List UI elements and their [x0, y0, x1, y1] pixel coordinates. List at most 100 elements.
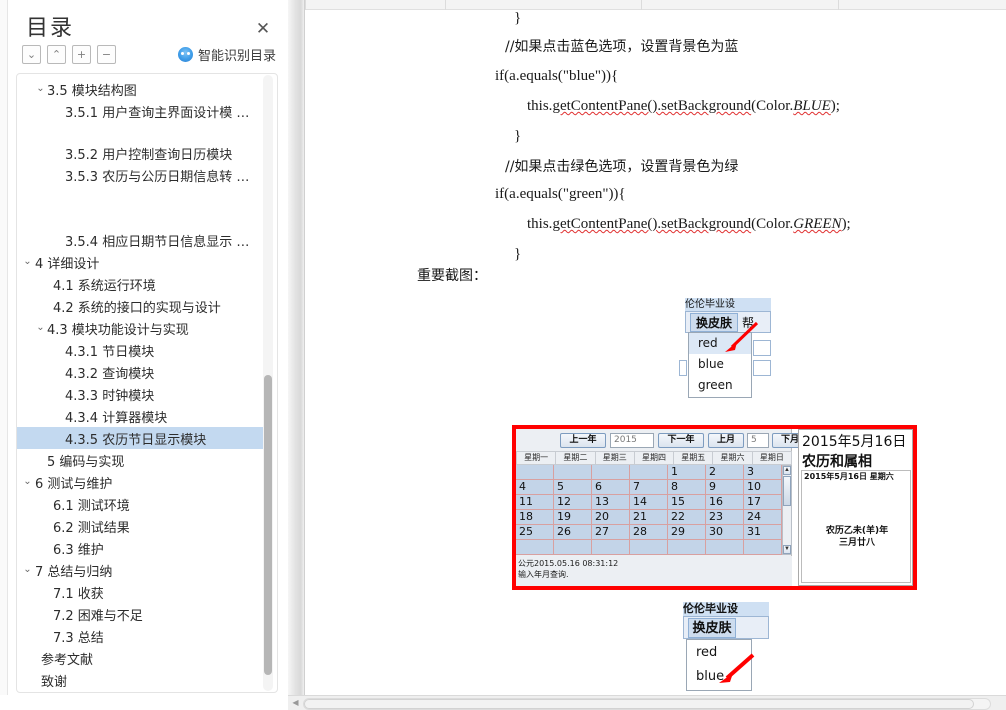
calendar-day-cell[interactable]: 7 — [630, 480, 668, 495]
outline-item-2[interactable]: 3.5.2 用户控制查询日历模块 — [17, 142, 263, 164]
calendar-day-cell[interactable]: 11 — [516, 495, 554, 510]
horizontal-scrollbar-track[interactable] — [303, 698, 991, 710]
calendar-vertical-scrollbar[interactable]: ▲ ▼ — [782, 465, 792, 555]
calendar-day-cell[interactable]: 1 — [668, 465, 706, 480]
close-icon[interactable]: ✕ — [254, 21, 272, 39]
outline-item-20[interactable]: 7.1 收获 — [17, 581, 263, 603]
calendar-day-cell[interactable] — [516, 540, 554, 555]
calendar-day-cell[interactable]: 2 — [706, 465, 744, 480]
document-page: } //如果点击蓝色选项，设置背景色为蓝 if(a.equals("blue")){… — [305, 10, 1006, 695]
chevron-down-icon[interactable]: ⌄ — [34, 78, 47, 100]
scroll-down-icon[interactable]: ▼ — [783, 545, 791, 554]
outline-item-12[interactable]: 4.3.4 计算器模块 — [17, 405, 263, 427]
calendar-day-cell[interactable]: 30 — [706, 525, 744, 540]
outline-item-3[interactable]: 3.5.3 农历与公历日期信息转 … — [17, 164, 263, 186]
outline-item-23[interactable]: 参考文献 — [17, 647, 263, 669]
scroll-left-icon[interactable]: ◀ — [290, 698, 301, 709]
dropdown-item-green[interactable]: green — [689, 375, 751, 396]
outline-item-21[interactable]: 7.2 困难与不足 — [17, 603, 263, 625]
horizontal-scrollbar[interactable]: ◀ — [288, 695, 1006, 710]
calendar-day-cell[interactable]: 6 — [592, 480, 630, 495]
prev-year-button[interactable]: 上一年 — [560, 433, 606, 448]
outline-item-19[interactable]: ⌄ 7 总结与归纳 — [17, 559, 263, 581]
calendar-day-cell[interactable]: 28 — [630, 525, 668, 540]
chevron-down-icon[interactable]: ⌄ — [21, 559, 34, 581]
calendar-day-cell[interactable]: 3 — [744, 465, 782, 480]
calendar-day-cell[interactable]: 10 — [744, 480, 782, 495]
outline-item-18[interactable]: 6.3 维护 — [17, 537, 263, 559]
calendar-day-cell[interactable] — [668, 540, 706, 555]
calendar-day-cell[interactable]: 20 — [592, 510, 630, 525]
calendar-day-cell[interactable]: 8 — [668, 480, 706, 495]
outline-item-24[interactable]: 致谢 — [17, 669, 263, 691]
outline-item-17[interactable]: 6.2 测试结果 — [17, 515, 263, 537]
calendar-day-cell[interactable]: 25 — [516, 525, 554, 540]
outline-item-4[interactable]: 3.5.4 相应日期节日信息显示 … — [17, 229, 263, 251]
calendar-day-cell[interactable] — [516, 465, 554, 480]
code-token-prefix: this. — [527, 98, 553, 114]
outline-item-6[interactable]: 4.1 系统运行环境 — [17, 273, 263, 295]
outline-scrollbar-thumb[interactable] — [264, 375, 272, 675]
calendar-scrollbar-thumb[interactable] — [783, 476, 791, 506]
calendar-day-cell[interactable]: 18 — [516, 510, 554, 525]
calendar-day-cell[interactable]: 26 — [554, 525, 592, 540]
collapse-all-icon[interactable]: ⌄ — [22, 45, 41, 64]
calendar-day-cell[interactable]: 4 — [516, 480, 554, 495]
calendar-day-cell[interactable]: 22 — [668, 510, 706, 525]
outline-item-10[interactable]: 4.3.2 查询模块 — [17, 361, 263, 383]
calendar-day-cell[interactable]: 17 — [744, 495, 782, 510]
outline-item-9[interactable]: 4.3.1 节日模块 — [17, 339, 263, 361]
calendar-day-cell[interactable]: 27 — [592, 525, 630, 540]
outline-item-0[interactable]: ⌄ 3.5 模块结构图 — [17, 78, 263, 100]
chevron-down-icon[interactable]: ⌄ — [21, 471, 34, 493]
calendar-day-cell[interactable] — [554, 540, 592, 555]
calendar-day-cell[interactable]: 13 — [592, 495, 630, 510]
calendar-day-cell[interactable]: 23 — [706, 510, 744, 525]
year-input[interactable]: 2015 — [610, 433, 654, 448]
add-bookmark-icon[interactable]: + — [72, 45, 91, 64]
outline-item-8[interactable]: ⌄ 4.3 模块功能设计与实现 — [17, 317, 263, 339]
calendar-day-cell[interactable]: 19 — [554, 510, 592, 525]
outline-item-16[interactable]: 6.1 测试环境 — [17, 493, 263, 515]
calendar-day-cell[interactable] — [592, 540, 630, 555]
next-year-button[interactable]: 下一年 — [658, 433, 704, 448]
calendar-day-cell[interactable]: 14 — [630, 495, 668, 510]
calendar-day-cell[interactable]: 5 — [554, 480, 592, 495]
calendar-day-cell[interactable]: 16 — [706, 495, 744, 510]
expand-all-icon[interactable]: ⌃ — [47, 45, 66, 64]
calendar-day-cell[interactable] — [630, 540, 668, 555]
remove-bookmark-icon[interactable]: − — [97, 45, 116, 64]
outline-item-13[interactable]: 4.3.5 农历节日显示模块 — [17, 427, 263, 449]
calendar-day-cell[interactable]: 29 — [668, 525, 706, 540]
calendar-day-cell[interactable] — [706, 540, 744, 555]
horizontal-scrollbar-thumb[interactable] — [304, 699, 974, 709]
outline-item-7[interactable]: 4.2 系统的接口的实现与设计 — [17, 295, 263, 317]
calendar-day-cell[interactable] — [554, 465, 592, 480]
calendar-day-cell[interactable]: 12 — [554, 495, 592, 510]
chevron-down-icon[interactable]: ⌄ — [21, 251, 34, 273]
outline-item-22[interactable]: 7.3 总结 — [17, 625, 263, 647]
outline-item-1[interactable]: 3.5.1 用户查询主界面设计模 … — [17, 100, 263, 122]
calendar-day-cell[interactable] — [630, 465, 668, 480]
scroll-up-icon[interactable]: ▲ — [783, 466, 791, 475]
smart-recognize-toc-button[interactable]: 智能识别目录 — [177, 45, 276, 64]
menu-skin-button[interactable]: 换皮肤 — [688, 618, 736, 638]
calendar-day-cell[interactable] — [744, 540, 782, 555]
prev-month-button[interactable]: 上月 — [708, 433, 744, 448]
outline-item-5[interactable]: ⌄ 4 详细设计 — [17, 251, 263, 273]
calendar-day-cell[interactable]: 24 — [744, 510, 782, 525]
calendar-day-cell[interactable]: 9 — [706, 480, 744, 495]
calendar-day-cell[interactable]: 15 — [668, 495, 706, 510]
outline-item-15[interactable]: ⌄ 6 测试与维护 — [17, 471, 263, 493]
calendar-day-cell[interactable]: 31 — [744, 525, 782, 540]
calendar-day-cell[interactable]: 21 — [630, 510, 668, 525]
dropdown-item-blue[interactable]: blue — [689, 354, 751, 375]
outline-scrollbar[interactable] — [263, 75, 273, 691]
chevron-down-icon[interactable]: ⌄ — [34, 317, 47, 339]
outline-item-14[interactable]: 5 编码与实现 — [17, 449, 263, 471]
outline-item-11[interactable]: 4.3.3 时钟模块 — [17, 383, 263, 405]
calendar-day-cell[interactable] — [592, 465, 630, 480]
panel-splitter[interactable] — [288, 0, 305, 695]
month-input[interactable]: 5 — [747, 433, 769, 448]
outline-item-label: 7.1 收获 — [53, 586, 104, 602]
